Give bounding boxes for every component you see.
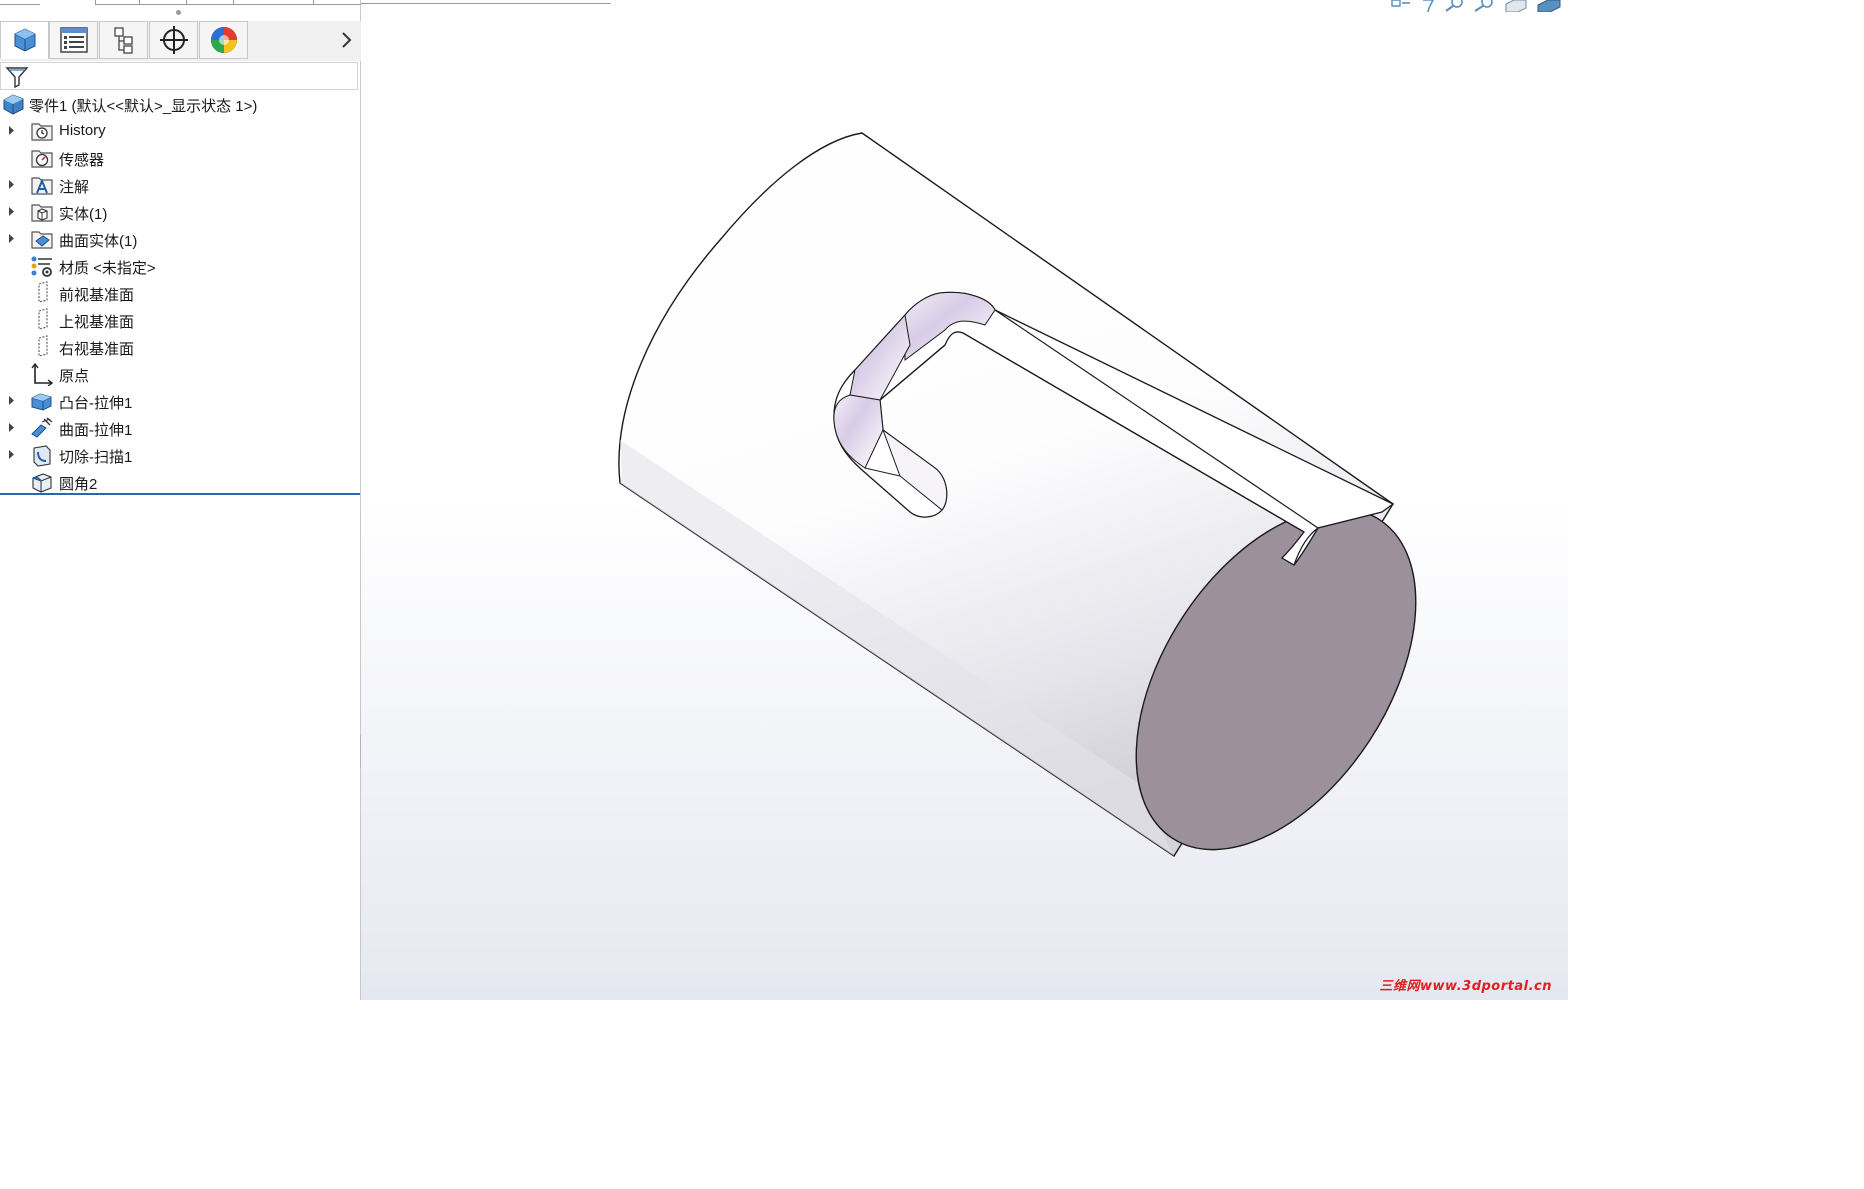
surface-extrude-icon [31,417,53,438]
tree-item-label: 材质 <未指定> [59,260,156,277]
tab-property-manager[interactable] [49,21,98,59]
tree-item[interactable]: 凸台-拉伸1 [0,387,358,414]
tree-item[interactable]: 切除-扫描1 [0,441,358,468]
tree-item[interactable]: 传感器 [0,144,358,171]
feature-tree: 零件1 (默认<<默认>_显示状态 1>) History 传感器注解实体(1) 曲… [0,90,358,495]
chevron-right-icon[interactable] [336,29,358,51]
surface-bodies-folder-icon [31,231,53,249]
tree-root-part[interactable]: 零件1 (默认<<默认>_显示状态 1>) [0,90,358,117]
plane-icon [38,281,48,303]
tree-item-label: 凸台-拉伸1 [59,395,133,412]
tree-item[interactable]: History [0,117,358,144]
rollback-bar[interactable] [0,493,360,495]
expand-arrow-icon[interactable] [8,179,16,190]
tree-item[interactable]: 曲面实体(1) [0,225,358,252]
fillet-icon [32,473,52,493]
expand-arrow-icon[interactable] [8,233,16,244]
tab-dimxpert-manager[interactable] [149,21,198,59]
tree-item[interactable]: 圆角2 [0,468,358,495]
tree-item[interactable]: 曲面-拉伸1 [0,414,358,441]
plane-icon [38,308,48,330]
history-folder-icon [31,123,53,141]
tree-item-label: 前视基准面 [59,287,135,304]
property-manager-icon [59,27,88,53]
graphics-area[interactable]: 三维网www.3dportal.cn [361,0,1568,1000]
sensor-folder-icon [31,150,53,168]
tree-item[interactable]: 材质 <未指定> [0,252,358,279]
filter-icon[interactable] [5,66,29,88]
tree-item[interactable]: 前视基准面 [0,279,358,306]
tree-item-label: 实体(1) [59,206,108,223]
tab-display-manager[interactable] [199,21,248,59]
expand-arrow-icon[interactable] [8,422,16,433]
tab-configuration-manager[interactable] [99,21,148,59]
origin-icon [31,362,54,386]
configuration-manager-icon [113,27,133,54]
cut-sweep-icon [33,445,51,467]
tree-item-label: 曲面实体(1) [59,233,138,250]
part-icon [3,94,24,115]
tree-item-label: 右视基准面 [59,341,135,358]
expand-arrow-icon[interactable] [8,125,16,136]
expand-arrow-icon[interactable] [8,449,16,460]
tree-item-label: 曲面-拉伸1 [59,422,133,439]
panel-grip[interactable] [176,10,181,15]
tree-item[interactable]: 实体(1) [0,198,358,225]
tree-item[interactable]: 右视基准面 [0,333,358,360]
tree-item[interactable]: 原点 [0,360,358,387]
tree-item-label: 圆角2 [59,476,98,493]
display-manager-icon [210,27,237,53]
solid-bodies-folder-icon [31,204,53,222]
part-model-view[interactable] [361,0,1568,1000]
manager-tab-bar [0,21,361,61]
feature-tree-filter[interactable] [0,62,358,90]
tab-feature-manager[interactable] [0,21,49,59]
crosshair-icon [159,26,188,54]
feature-manager-panel: 零件1 (默认<<默认>_显示状态 1>) History 传感器注解实体(1) 曲… [0,0,368,1000]
tree-item-label: 传感器 [59,152,105,169]
expand-arrow-icon[interactable] [8,395,16,406]
tree-item-label: 注解 [59,179,90,196]
plane-icon [38,335,48,357]
watermark-text: 三维网www.3dportal.cn [1379,979,1552,994]
tree-item-label: 上视基准面 [59,314,135,331]
boss-extrude-icon [31,393,52,411]
annotations-folder-icon [31,177,53,195]
expand-arrow-icon[interactable] [8,206,16,217]
tree-item[interactable]: 注解 [0,171,358,198]
tree-item-label: 原点 [59,368,90,385]
feature-manager-icon [14,28,35,52]
material-icon [31,256,52,277]
tree-item-label: 切除-扫描1 [59,449,133,466]
tree-item-label: History [59,122,106,139]
tree-item[interactable]: 上视基准面 [0,306,358,333]
tree-root-label: 零件1 (默认<<默认>_显示状态 1>) [29,98,258,115]
